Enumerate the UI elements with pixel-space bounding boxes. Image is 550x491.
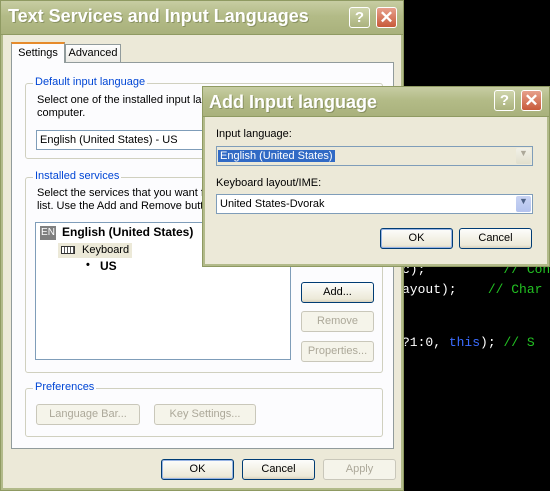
- title-bar: Text Services and Input Languages ? ✕: [1, 1, 403, 35]
- default-language-description-2: computer.: [37, 107, 86, 119]
- add-button[interactable]: Add...: [301, 282, 374, 303]
- add-dialog-close-button[interactable]: ✕: [521, 90, 542, 111]
- apply-button[interactable]: Apply: [323, 459, 396, 480]
- cancel-button[interactable]: Cancel: [242, 459, 315, 480]
- default-language-description: Select one of the installed input lang: [37, 94, 214, 106]
- add-dialog-title-bar: Add Input language ? ✕: [203, 87, 549, 117]
- keyboard-layout-label: Keyboard layout/IME:: [216, 177, 322, 189]
- installed-services-legend: Installed services: [33, 170, 122, 182]
- dialog-title: Text Services and Input Languages: [8, 6, 309, 26]
- properties-button[interactable]: Properties...: [301, 341, 374, 362]
- key-settings-button[interactable]: Key Settings...: [154, 404, 256, 425]
- code-line: ?1:0, this); // S: [402, 335, 535, 350]
- tree-item-keyboard[interactable]: Keyboard: [58, 243, 132, 258]
- tree-item-layout[interactable]: US: [100, 259, 117, 273]
- add-dialog-help-button[interactable]: ?: [494, 90, 515, 111]
- input-language-select[interactable]: English (United States) ▼: [216, 146, 533, 166]
- chevron-down-icon: ▼: [516, 196, 531, 212]
- chevron-down-icon: ▼: [516, 148, 531, 164]
- bullet-icon: •: [86, 259, 90, 271]
- installed-services-description-2: list. Use the Add and Remove butto: [37, 200, 210, 212]
- keyboard-icon: [61, 246, 75, 254]
- input-language-label: Input language:: [216, 128, 292, 140]
- add-dialog-title: Add Input language: [209, 92, 377, 112]
- close-button[interactable]: ✕: [376, 7, 397, 28]
- code-line: ayout); // Char: [402, 282, 543, 297]
- language-bar-button[interactable]: Language Bar...: [36, 404, 140, 425]
- remove-button[interactable]: Remove: [301, 311, 374, 332]
- help-button[interactable]: ?: [349, 7, 370, 28]
- close-icon: ✕: [524, 91, 539, 110]
- help-icon: ?: [499, 92, 510, 109]
- help-icon: ?: [354, 9, 365, 26]
- ok-button[interactable]: OK: [161, 459, 234, 480]
- tab-advanced[interactable]: Advanced: [65, 44, 121, 63]
- default-language-select[interactable]: English (United States) - US: [36, 130, 206, 150]
- preferences-legend: Preferences: [33, 381, 97, 393]
- add-input-language-dialog: Add Input language ? ✕ Input language: E…: [202, 86, 550, 267]
- language-code-icon: EN: [40, 226, 56, 240]
- close-icon: ✕: [379, 8, 394, 27]
- add-dialog-ok-button[interactable]: OK: [380, 228, 453, 249]
- add-dialog-cancel-button[interactable]: Cancel: [459, 228, 532, 249]
- tab-settings[interactable]: Settings: [11, 42, 65, 63]
- keyboard-layout-select[interactable]: United States-Dvorak ▼: [216, 194, 533, 214]
- default-language-legend: Default input language: [33, 76, 148, 88]
- installed-services-description: Select the services that you want fo: [37, 187, 211, 199]
- tree-item-language[interactable]: English (United States): [62, 225, 193, 239]
